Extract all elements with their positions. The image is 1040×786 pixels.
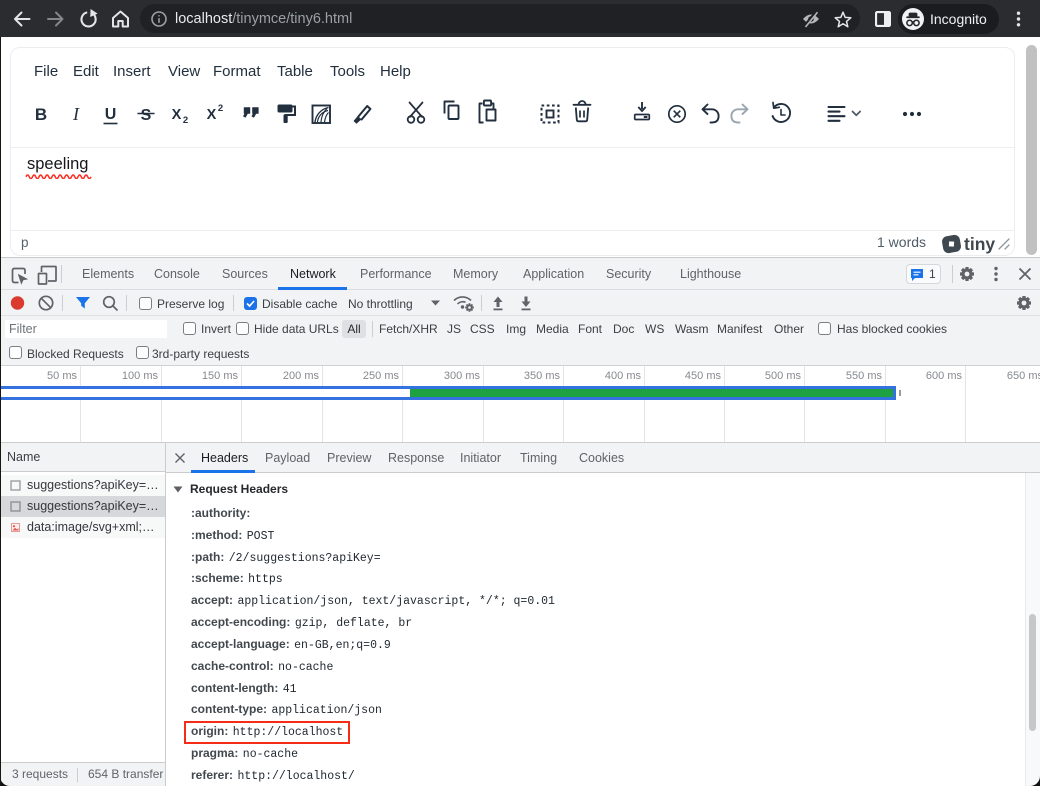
- svg-text:U: U: [105, 106, 117, 123]
- svg-text:S: S: [141, 107, 152, 124]
- svg-text:2: 2: [183, 115, 188, 126]
- svg-text:tiny: tiny: [964, 234, 995, 254]
- svg-text:B: B: [35, 105, 47, 124]
- svg-text:X: X: [172, 107, 182, 123]
- svg-text:I: I: [72, 104, 80, 124]
- svg-text:X: X: [207, 107, 217, 123]
- svg-text:2: 2: [218, 103, 223, 114]
